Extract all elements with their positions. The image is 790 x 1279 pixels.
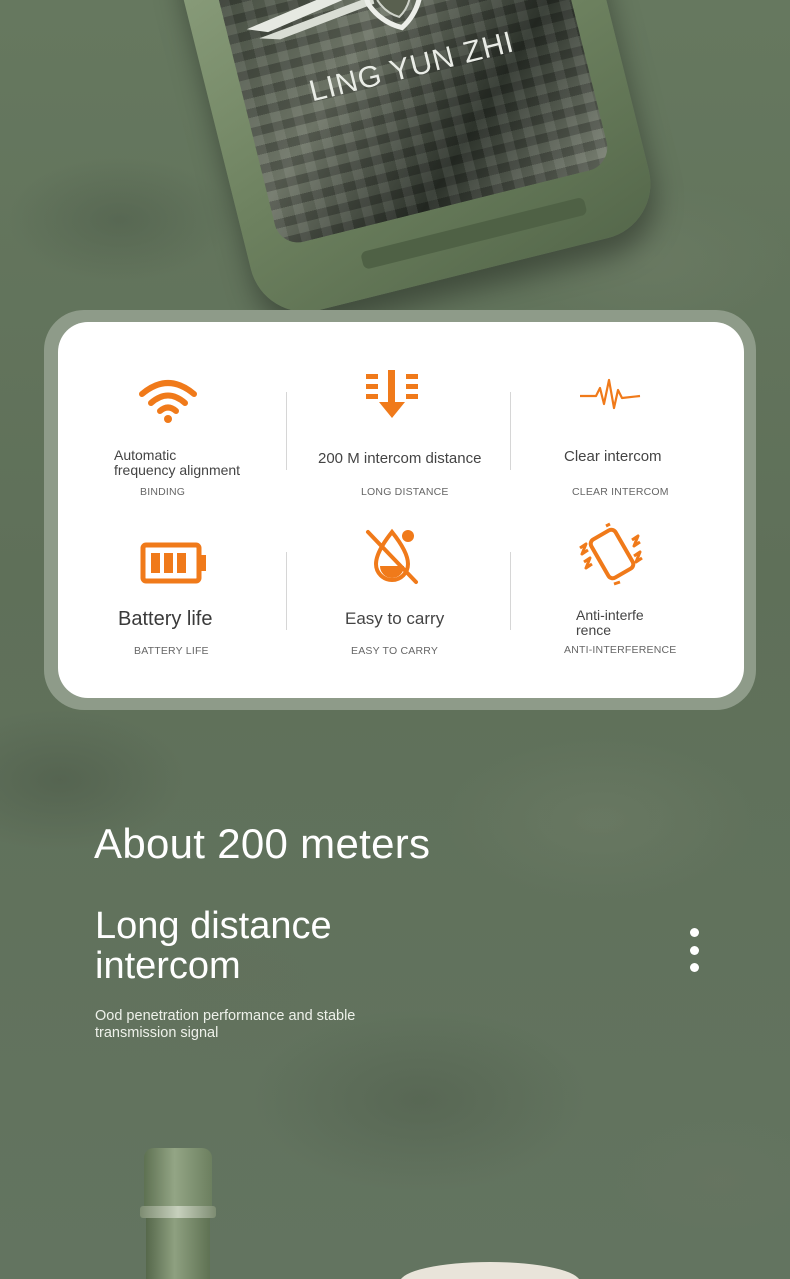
feature-title: Clear intercom bbox=[564, 448, 662, 465]
feature-title: Easy to carry bbox=[345, 609, 445, 628]
sound-wave-icon bbox=[580, 378, 641, 410]
antenna-image bbox=[140, 1148, 216, 1279]
wifi-icon bbox=[139, 380, 197, 423]
feature-title: Anti-interfe rence bbox=[576, 607, 644, 638]
column-divider bbox=[510, 552, 511, 630]
feature-subtitle: ANTI-INTERFERENCE bbox=[564, 644, 677, 656]
vibrating-phone-icon bbox=[579, 522, 643, 586]
feature-subtitle: EASY TO CARRY bbox=[351, 645, 439, 657]
feature-title: 200 M intercom distance bbox=[318, 450, 482, 467]
features-card: Automatic frequency alignment BINDING 20… bbox=[58, 322, 744, 698]
column-divider bbox=[510, 392, 511, 470]
section-headline: About 200 meters bbox=[94, 820, 431, 867]
section-subheadline: Long distance intercom bbox=[95, 905, 332, 987]
battery-icon bbox=[140, 542, 206, 584]
column-divider bbox=[286, 552, 287, 630]
column-divider bbox=[286, 392, 287, 470]
distance-arrow-icon bbox=[366, 370, 418, 418]
more-dots-icon[interactable] bbox=[688, 928, 700, 972]
no-water-drop-icon bbox=[366, 528, 418, 584]
feature-subtitle: CLEAR INTERCOM bbox=[572, 486, 669, 498]
feature-title: Battery life bbox=[118, 608, 213, 630]
feature-subtitle: LONG DISTANCE bbox=[361, 486, 449, 498]
section-description: Ood penetration performance and stable t… bbox=[95, 1008, 356, 1041]
feature-title: Automatic frequency alignment bbox=[114, 447, 241, 478]
feature-subtitle: BINDING bbox=[140, 486, 186, 498]
feature-subtitle: BATTERY LIFE bbox=[134, 645, 209, 657]
